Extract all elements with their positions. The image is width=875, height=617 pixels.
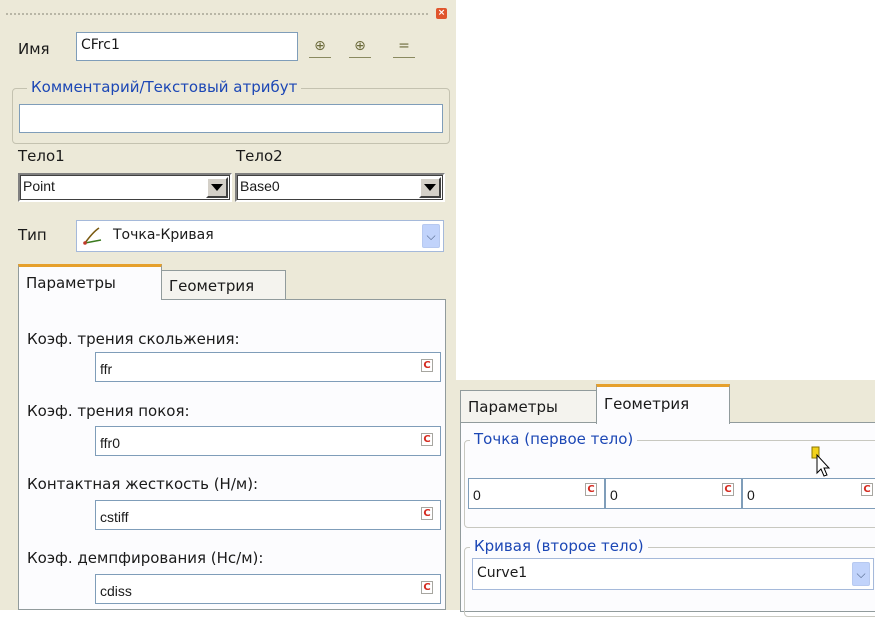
constant-button[interactable]: C <box>421 507 433 520</box>
body2-value: Base0 <box>240 178 280 194</box>
tab-geometry[interactable]: Геометрия <box>161 270 286 300</box>
field-label: Коэф. демпфирования (Нс/м): <box>27 549 264 567</box>
type-value: Точка-Кривая <box>113 227 214 243</box>
point-z-input[interactable]: 0 <box>742 478 875 509</box>
constant-button[interactable]: C <box>861 483 873 496</box>
name-input[interactable]: CFrc1 <box>76 32 298 61</box>
point-curve-icon <box>83 227 102 245</box>
mouse-cursor-icon <box>811 446 831 477</box>
tab-params[interactable]: Параметры <box>18 264 162 300</box>
body1-value: Point <box>23 178 55 194</box>
damping-input[interactable]: cdiss <box>95 574 441 604</box>
remove-body-icon[interactable]: = <box>393 35 415 58</box>
constant-button[interactable]: C <box>585 483 597 496</box>
constant-button[interactable]: C <box>722 483 734 496</box>
body1-label: Тело1 <box>18 147 65 165</box>
constant-button[interactable]: C <box>421 359 433 372</box>
field-label: Коэф. трения скольжения: <box>27 330 240 348</box>
curve-group-title: Кривая (второе тело) <box>470 537 648 555</box>
add-body-icon[interactable]: ⊕ <box>309 35 331 58</box>
chevron-down-icon[interactable]: ⌵ <box>422 224 440 248</box>
field-label: Коэф. трения покоя: <box>27 402 190 420</box>
name-label: Имя <box>18 40 50 58</box>
comment-input[interactable] <box>19 104 443 133</box>
tab-geometry[interactable]: Геометрия <box>596 384 730 424</box>
body1-select[interactable]: Point <box>18 173 232 202</box>
field-label: Контактная жесткость (Н/м): <box>27 475 259 493</box>
properties-panel: × Имя CFrc1 ⊕ ⊕ = Комментарий/Текстовый … <box>0 0 456 610</box>
close-icon[interactable]: × <box>436 8 447 19</box>
geometry-panel: Параметры Геометрия Точка (первое тело) … <box>456 380 875 617</box>
contact-stiffness-input[interactable]: cstiff <box>95 500 441 530</box>
body2-select[interactable]: Base0 <box>235 173 445 202</box>
friction-rest-input[interactable]: ffr0 <box>95 426 441 456</box>
chevron-down-icon[interactable]: ⌵ <box>852 562 870 586</box>
curve-value: Curve1 <box>477 565 528 581</box>
curve-select[interactable]: Curve1 ⌵ <box>472 558 874 590</box>
chevron-down-icon[interactable] <box>206 177 228 198</box>
type-label: Тип <box>18 226 47 244</box>
type-select[interactable]: Точка-Кривая ⌵ <box>76 220 444 252</box>
comment-group-title: Комментарий/Текстовый атрибут <box>27 78 302 96</box>
body2-label: Тело2 <box>236 147 283 165</box>
panel-grip[interactable] <box>6 13 428 15</box>
constant-button[interactable]: C <box>421 581 433 594</box>
friction-slide-input[interactable]: ffr <box>95 352 441 382</box>
constant-button[interactable]: C <box>421 433 433 446</box>
tab-params[interactable]: Параметры <box>460 390 600 422</box>
chevron-down-icon[interactable] <box>419 177 441 198</box>
point-group-title: Точка (первое тело) <box>470 430 638 448</box>
add-bodies-icon[interactable]: ⊕ <box>349 35 371 58</box>
